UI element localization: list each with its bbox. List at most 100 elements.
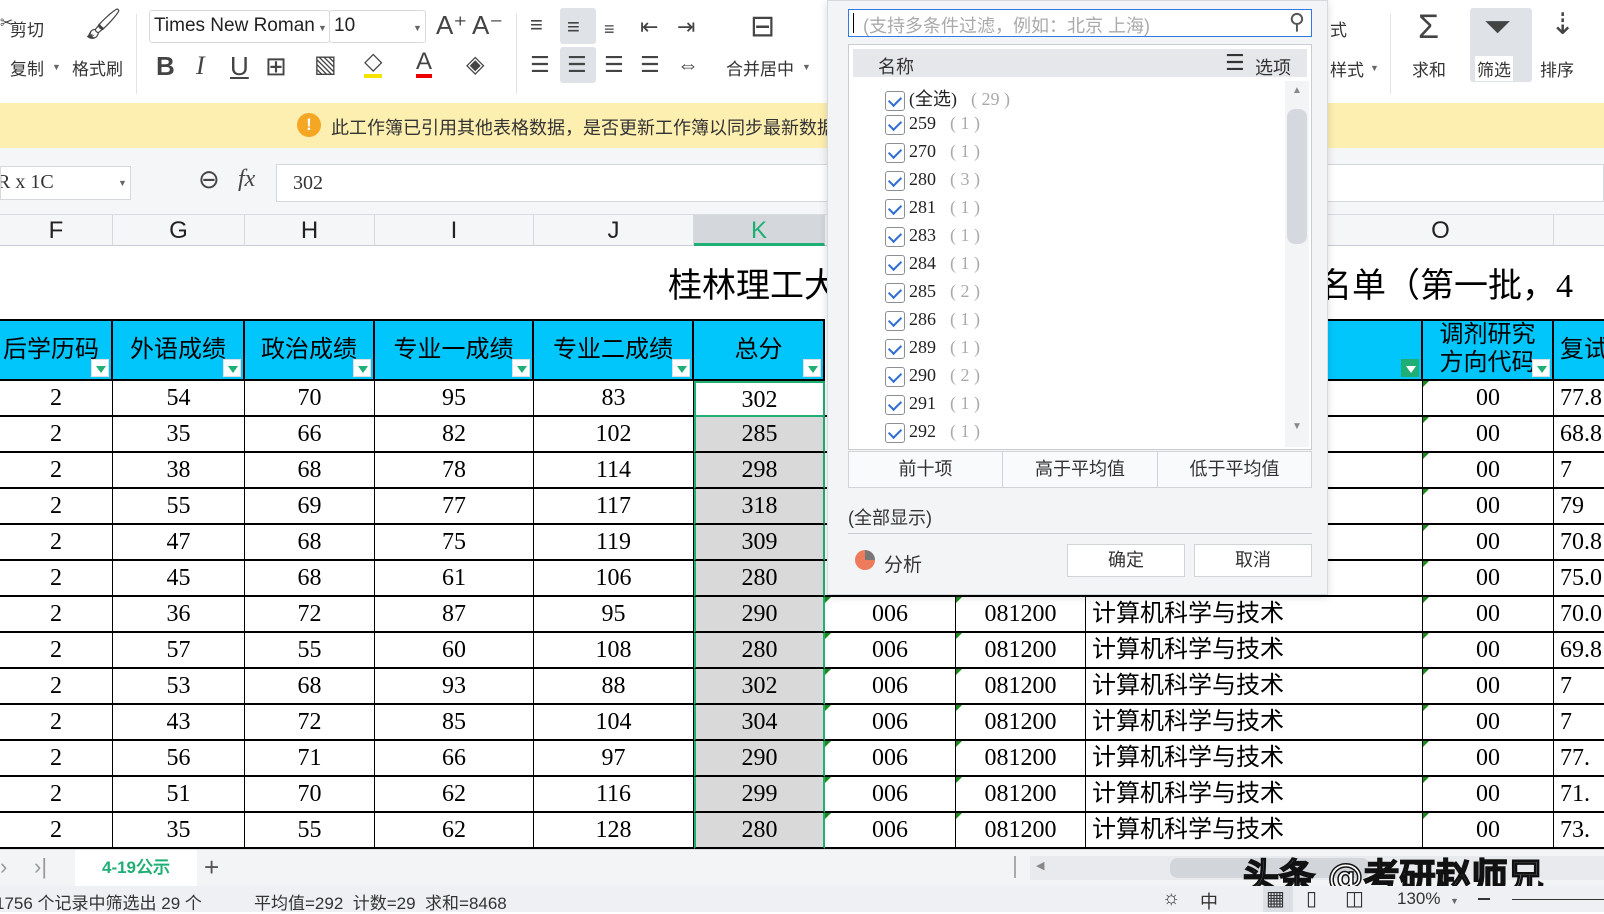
cell-F9[interactable]: 2 <box>0 669 113 705</box>
cell-O3[interactable]: 00 <box>1423 453 1554 489</box>
cell-K10[interactable]: 304 <box>694 705 825 741</box>
cell-H1[interactable]: 70 <box>245 381 375 417</box>
distributed-icon[interactable]: ⇔ <box>677 54 699 76</box>
cell-M9[interactable]: 081200 <box>956 669 1086 705</box>
cell-M11[interactable]: 081200 <box>956 741 1086 777</box>
chevron-down-icon[interactable]: ▼ <box>413 23 422 33</box>
cell-G9[interactable]: 53 <box>113 669 245 705</box>
cell-J6[interactable]: 106 <box>534 561 694 597</box>
checkbox-checked-icon[interactable] <box>885 338 905 359</box>
cell-P2[interactable]: 68.8 <box>1554 417 1604 453</box>
zoom-level[interactable]: 130% <box>1397 889 1440 909</box>
cell-F1[interactable]: 2 <box>0 381 113 417</box>
eye-protection-icon[interactable]: ☼ <box>1162 887 1180 910</box>
filter-list-item[interactable]: 259 ( 1 ) <box>885 113 980 137</box>
merge-center-button[interactable]: 合并居中 <box>726 55 794 80</box>
cell-I7[interactable]: 87 <box>375 597 534 633</box>
pie-chart-icon[interactable] <box>855 550 875 570</box>
search-icon[interactable]: ⚲ <box>1289 9 1305 35</box>
cell-J8[interactable]: 108 <box>534 633 694 669</box>
checkbox-checked-icon[interactable] <box>885 366 905 387</box>
cell-F3[interactable]: 2 <box>0 453 113 489</box>
menu-icon[interactable]: ☰ <box>1225 50 1245 76</box>
column-header-K[interactable]: K <box>694 215 825 246</box>
filter-dropdown-button[interactable] <box>803 359 821 377</box>
cell-J5[interactable]: 119 <box>534 525 694 561</box>
cell-F4[interactable]: 2 <box>0 489 113 525</box>
fx-icon[interactable]: fx <box>238 166 255 193</box>
checkbox-checked-icon[interactable] <box>885 90 905 111</box>
scrollbar[interactable]: ▲ ▼ <box>1285 81 1309 447</box>
cell-G2[interactable]: 35 <box>113 417 245 453</box>
copy-dropdown-icon[interactable]: ▼ <box>52 62 61 72</box>
cell-F11[interactable]: 2 <box>0 741 113 777</box>
cell-G7[interactable]: 36 <box>113 597 245 633</box>
borders-icon[interactable]: ⊞ <box>265 53 287 79</box>
sort-button[interactable]: 排序 <box>1540 56 1574 81</box>
column-header-G[interactable]: G <box>113 215 245 246</box>
ok-button[interactable]: 确定 <box>1067 544 1185 577</box>
cell-J1[interactable]: 83 <box>534 381 694 417</box>
bold-icon[interactable]: B <box>156 53 175 79</box>
cell-I13[interactable]: 62 <box>375 813 534 849</box>
chevron-down-icon[interactable]: ▼ <box>802 62 811 72</box>
cell-M13[interactable]: 081200 <box>956 813 1086 849</box>
font-size-select[interactable]: 10 <box>329 10 426 43</box>
cell-G5[interactable]: 47 <box>113 525 245 561</box>
cell-N9[interactable]: 计算机科学与技术 <box>1086 669 1423 705</box>
format-painter-button[interactable]: 格式刷 <box>72 55 123 80</box>
cell-K5[interactable]: 309 <box>694 525 825 561</box>
cell-N10[interactable]: 计算机科学与技术 <box>1086 705 1423 741</box>
cell-H11[interactable]: 71 <box>245 741 375 777</box>
cell-O11[interactable]: 00 <box>1423 741 1554 777</box>
cell-O5[interactable]: 00 <box>1423 525 1554 561</box>
sheet-tab-active[interactable]: 4-19公示 <box>75 850 197 886</box>
cell-L10[interactable]: 006 <box>825 705 956 741</box>
eraser-icon[interactable]: ◈ <box>466 53 484 77</box>
cell-O9[interactable]: 00 <box>1423 669 1554 705</box>
chevron-down-icon[interactable]: ▼ <box>118 178 127 188</box>
cell-M10[interactable]: 081200 <box>956 705 1086 741</box>
cell-K11[interactable]: 290 <box>694 741 825 777</box>
decrease-font-icon[interactable]: A⁻ <box>472 12 503 38</box>
cell-H5[interactable]: 68 <box>245 525 375 561</box>
name-box[interactable]: R x 1C <box>0 166 131 200</box>
checkbox-checked-icon[interactable] <box>885 114 905 135</box>
above-average-button[interactable]: 高于平均值 <box>1002 451 1158 488</box>
filter-list-item[interactable]: 292 ( 1 ) <box>885 421 980 445</box>
merge-cells-icon[interactable]: ⊟ <box>750 12 775 42</box>
cell-K2[interactable]: 285 <box>694 417 825 453</box>
cell-H12[interactable]: 70 <box>245 777 375 813</box>
justify-icon[interactable]: ☰ <box>640 54 660 76</box>
cell-G12[interactable]: 51 <box>113 777 245 813</box>
cell-P3[interactable]: 7 <box>1554 453 1604 489</box>
cell-N12[interactable]: 计算机科学与技术 <box>1086 777 1423 813</box>
cell-N13[interactable]: 计算机科学与技术 <box>1086 813 1423 849</box>
filter-list-item[interactable]: 291 ( 1 ) <box>885 393 980 417</box>
cell-G8[interactable]: 57 <box>113 633 245 669</box>
page-layout-icon[interactable]: ▯ <box>1306 886 1317 911</box>
filter-list-item[interactable]: (全选) ( 29 ) <box>885 85 1010 111</box>
chevron-down-icon[interactable]: ▼ <box>1370 63 1379 73</box>
cell-K6[interactable]: 280 <box>694 561 825 597</box>
cell-I3[interactable]: 78 <box>375 453 534 489</box>
cell-F6[interactable]: 2 <box>0 561 113 597</box>
cell-J13[interactable]: 128 <box>534 813 694 849</box>
filter-search-input[interactable]: (支持多条件过滤，例如：北京 上海) ⚲ <box>848 9 1312 37</box>
cell-H10[interactable]: 72 <box>245 705 375 741</box>
format-painter-icon[interactable]: 🖌 <box>84 10 122 40</box>
filter-list-item[interactable]: 289 ( 1 ) <box>885 337 980 361</box>
cell-I12[interactable]: 62 <box>375 777 534 813</box>
cell-K13[interactable]: 280 <box>694 813 825 849</box>
italic-icon[interactable]: I <box>196 53 205 79</box>
funnel-icon[interactable]: ⏷ <box>1484 10 1511 44</box>
cell-H9[interactable]: 68 <box>245 669 375 705</box>
cell-G3[interactable]: 38 <box>113 453 245 489</box>
ime-indicator[interactable]: 中 <box>1200 888 1218 914</box>
align-right-icon[interactable]: ☰ <box>604 54 624 76</box>
decrease-indent-icon[interactable]: ⇤ <box>640 16 658 38</box>
cell-styles-button[interactable]: 样式 <box>1330 56 1364 81</box>
normal-view-icon[interactable]: ▦ <box>1266 886 1285 911</box>
cell-P1[interactable]: 77.8 <box>1554 381 1604 417</box>
filter-dropdown-button[interactable] <box>512 359 530 377</box>
